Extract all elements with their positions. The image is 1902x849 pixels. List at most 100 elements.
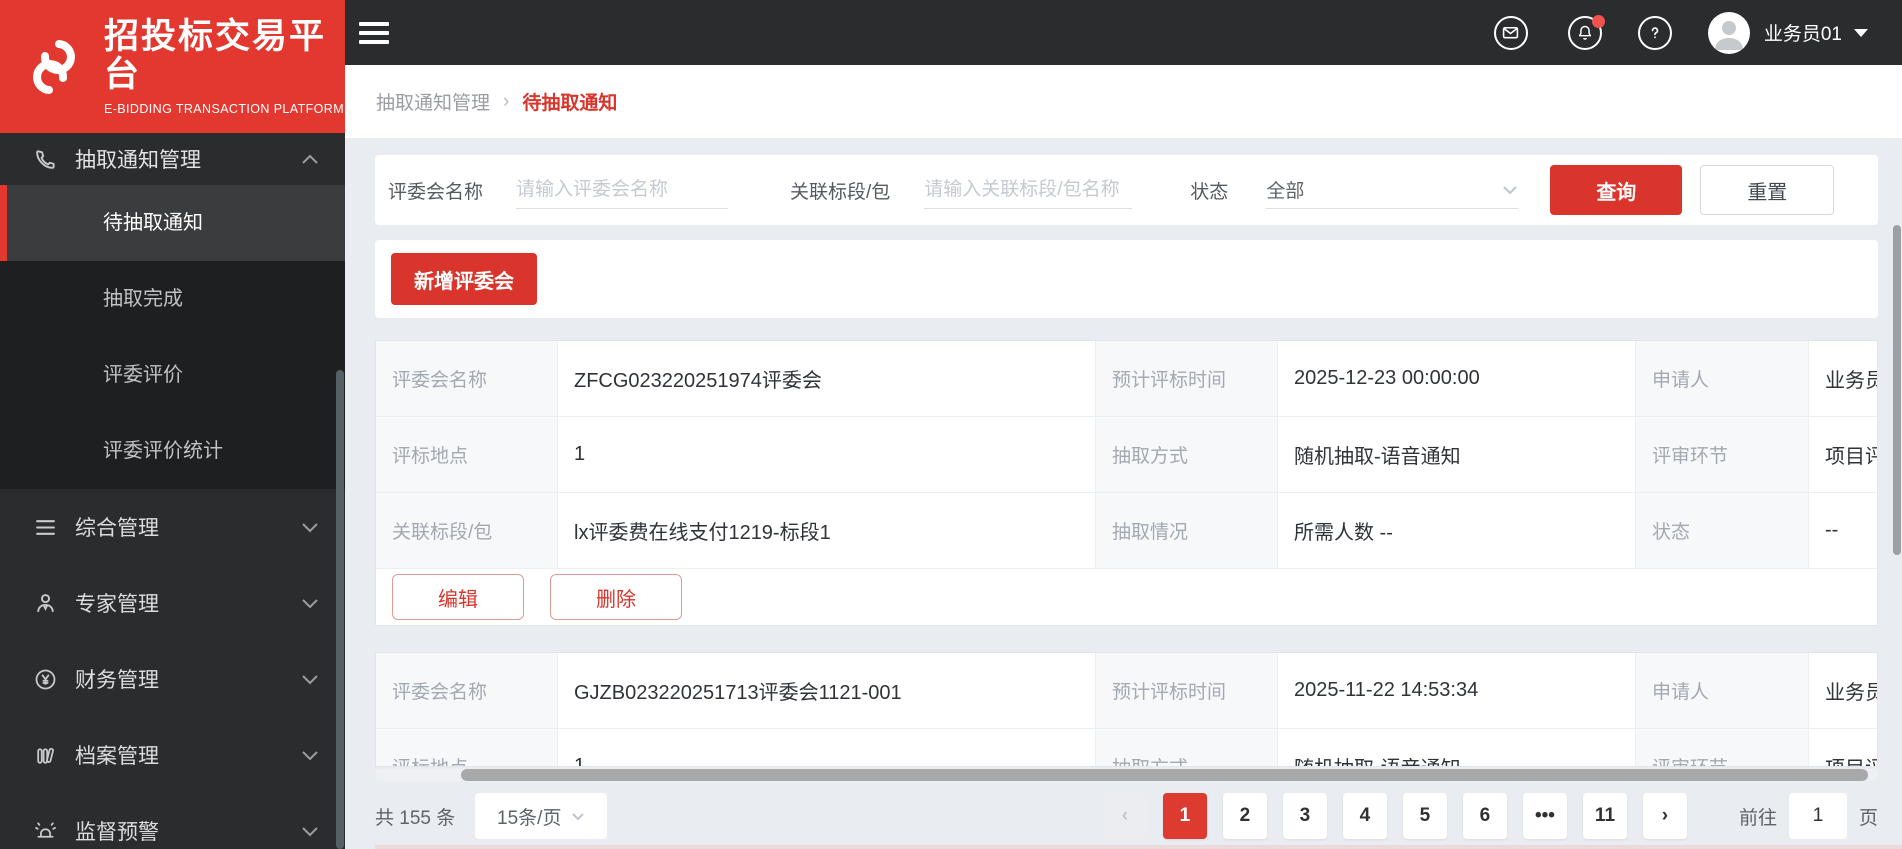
sidebar-item-supervision-warning[interactable]: 监督预警 xyxy=(0,793,345,849)
prev-page-button[interactable]: ‹ xyxy=(1102,793,1147,839)
field-label: 评审环节 xyxy=(1636,417,1809,492)
page-size-select[interactable]: 15条/页 xyxy=(475,793,608,839)
breadcrumb-parent[interactable]: 抽取通知管理 xyxy=(376,88,490,115)
menu-lines-icon xyxy=(34,516,57,539)
field-label: 申请人 xyxy=(1636,653,1809,728)
username[interactable]: 业务员01 xyxy=(1764,19,1842,46)
page-button[interactable]: 6 xyxy=(1462,793,1507,839)
status-label: 状态 xyxy=(1190,181,1229,203)
record-row: 关联标段/包 lx评委费在线支付1219-标段1 抽取情况 所需人数 -- 状态… xyxy=(376,493,1877,569)
field-label: 评标地点 xyxy=(376,729,558,766)
page-button[interactable]: 2 xyxy=(1222,793,1267,839)
sidebar-item-pending-extraction[interactable]: 待抽取通知 xyxy=(0,185,345,261)
mail-icon[interactable] xyxy=(1493,15,1528,50)
search-button[interactable]: 查询 xyxy=(1550,165,1683,215)
sidebar-submenu: 待抽取通知 抽取完成 评委评价 评委评价统计 xyxy=(0,185,345,489)
sidebar-item-archive-mgmt[interactable]: 档案管理 xyxy=(0,717,345,793)
brand-text: 招投标交易平台 E-BIDDING TRANSACTION PLATFORM xyxy=(104,17,345,116)
sidebar-item-label: 综合管理 xyxy=(75,517,159,540)
committee-name-input[interactable] xyxy=(516,171,729,209)
phone-icon xyxy=(34,148,57,171)
sidebar-item-general-mgmt[interactable]: 综合管理 xyxy=(0,489,345,565)
sidebar-item-label: 财务管理 xyxy=(75,669,159,692)
page-button[interactable]: 3 xyxy=(1282,793,1327,839)
field-label: 抽取方式 xyxy=(1096,729,1278,766)
archive-books-icon xyxy=(34,744,57,767)
delete-button[interactable]: 删除 xyxy=(550,574,682,620)
chevron-down-icon xyxy=(571,812,585,821)
user-dropdown-caret-icon[interactable] xyxy=(1854,28,1868,37)
field-value: 业务员01 xyxy=(1825,370,1877,392)
sidebar-item-expert-mgmt[interactable]: 专家管理 xyxy=(0,565,345,641)
sidebar-item-label: 档案管理 xyxy=(75,745,159,768)
field-label: 预计评标时间 xyxy=(1096,653,1278,728)
content: 抽取通知管理 › 待抽取通知 评委会名称 关联标段/包 状态 全部 查询 重置 xyxy=(345,65,1902,849)
chevron-down-icon xyxy=(1502,185,1518,195)
bell-icon[interactable] xyxy=(1567,14,1605,50)
sidebar-item-extraction-done[interactable]: 抽取完成 xyxy=(0,261,345,337)
toolbar: 新增评委会 xyxy=(375,240,1878,318)
page-button[interactable]: 5 xyxy=(1402,793,1447,839)
edit-button[interactable]: 编辑 xyxy=(392,574,524,620)
status-select[interactable]: 全部 xyxy=(1266,171,1519,209)
sidebar-item-judge-evaluation[interactable]: 评委评价 xyxy=(0,337,345,413)
sidebar-item-label: 监督预警 xyxy=(75,821,159,844)
main-area: 业务员01 抽取通知管理 › 待抽取通知 评委会名称 关联标段/包 状态 全部 xyxy=(345,0,1902,849)
sidebar-item-extraction-notice-mgmt[interactable]: 抽取通知管理 xyxy=(0,133,345,185)
field-label: 评委会名称 xyxy=(376,341,558,416)
record-actions: 编辑 删除 xyxy=(376,569,1877,625)
sidebar-item-label: 抽取通知管理 xyxy=(75,149,201,172)
chevron-down-icon xyxy=(301,750,319,761)
help-icon[interactable] xyxy=(1637,15,1672,50)
finance-yen-icon xyxy=(34,668,57,691)
hamburger-menu-icon[interactable] xyxy=(359,17,389,49)
sidebar-item-judge-evaluation-stats[interactable]: 评委评价统计 xyxy=(0,413,345,489)
chevron-down-icon xyxy=(301,826,319,837)
field-value: 随机抽取-语音通知 xyxy=(1278,729,1636,766)
horizontal-scrollbar[interactable] xyxy=(375,769,1878,781)
avatar[interactable] xyxy=(1707,11,1750,54)
field-value: -- xyxy=(1825,519,1839,541)
field-value: 随机抽取-语音通知 xyxy=(1278,417,1636,492)
field-value: lx评委费在线支付1219-标段1 xyxy=(558,493,1096,568)
field-value: 1 xyxy=(558,729,1096,766)
field-value: 2025-11-22 14:53:34 xyxy=(1278,653,1636,728)
chevron-up-icon xyxy=(301,154,319,165)
page-button[interactable]: 11 xyxy=(1582,793,1627,839)
total-count: 共 155 条 xyxy=(375,807,456,829)
field-value: ZFCG023220251974评委会 xyxy=(558,341,1096,416)
vertical-scrollbar[interactable] xyxy=(1893,65,1902,849)
field-label: 关联标段/包 xyxy=(376,493,558,568)
goto-page-input[interactable] xyxy=(1788,793,1847,839)
sidebar-item-finance-mgmt[interactable]: 财务管理 xyxy=(0,641,345,717)
field-label: 评标地点 xyxy=(376,417,558,492)
brand-logo-block: 招投标交易平台 E-BIDDING TRANSACTION PLATFORM xyxy=(0,0,345,133)
chevron-down-icon xyxy=(301,674,319,685)
field-label: 抽取情况 xyxy=(1096,493,1278,568)
chevron-down-icon xyxy=(301,598,319,609)
field-label: 状态 xyxy=(1636,493,1809,568)
brand-subtitle: E-BIDDING TRANSACTION PLATFORM xyxy=(104,101,345,116)
field-label: 申请人 xyxy=(1636,341,1809,416)
field-value: 项目评审 xyxy=(1825,446,1877,468)
page-button[interactable]: 4 xyxy=(1342,793,1387,839)
topbar-right: 业务员01 xyxy=(1493,11,1868,54)
section-label: 关联标段/包 xyxy=(790,181,891,203)
page-button[interactable]: 1 xyxy=(1162,793,1207,839)
record-row: 评标地点 1 抽取方式 随机抽取-语音通知 评审环节 项目评审 xyxy=(376,729,1877,766)
reset-button[interactable]: 重置 xyxy=(1700,165,1835,215)
vertical-scrollbar-thumb[interactable] xyxy=(1893,225,1901,555)
topbar: 业务员01 xyxy=(345,0,1902,65)
app-window: 招投标交易平台 E-BIDDING TRANSACTION PLATFORM 抽… xyxy=(0,0,1902,849)
sidebar-scrollbar[interactable] xyxy=(336,370,344,849)
add-committee-button[interactable]: 新增评委会 xyxy=(391,253,537,305)
section-input[interactable] xyxy=(924,171,1133,209)
sidebar-item-label: 专家管理 xyxy=(75,593,159,616)
next-page-button[interactable]: › xyxy=(1642,793,1687,839)
page-ellipsis-button[interactable]: ••• xyxy=(1522,793,1567,839)
field-label: 评审环节 xyxy=(1636,729,1809,766)
field-value: GJZB023220251713评委会1121-001 xyxy=(558,653,1096,728)
breadcrumb-current: 待抽取通知 xyxy=(522,93,618,114)
field-value: 业务员01 xyxy=(1825,682,1877,704)
horizontal-scrollbar-thumb[interactable] xyxy=(461,769,1868,781)
